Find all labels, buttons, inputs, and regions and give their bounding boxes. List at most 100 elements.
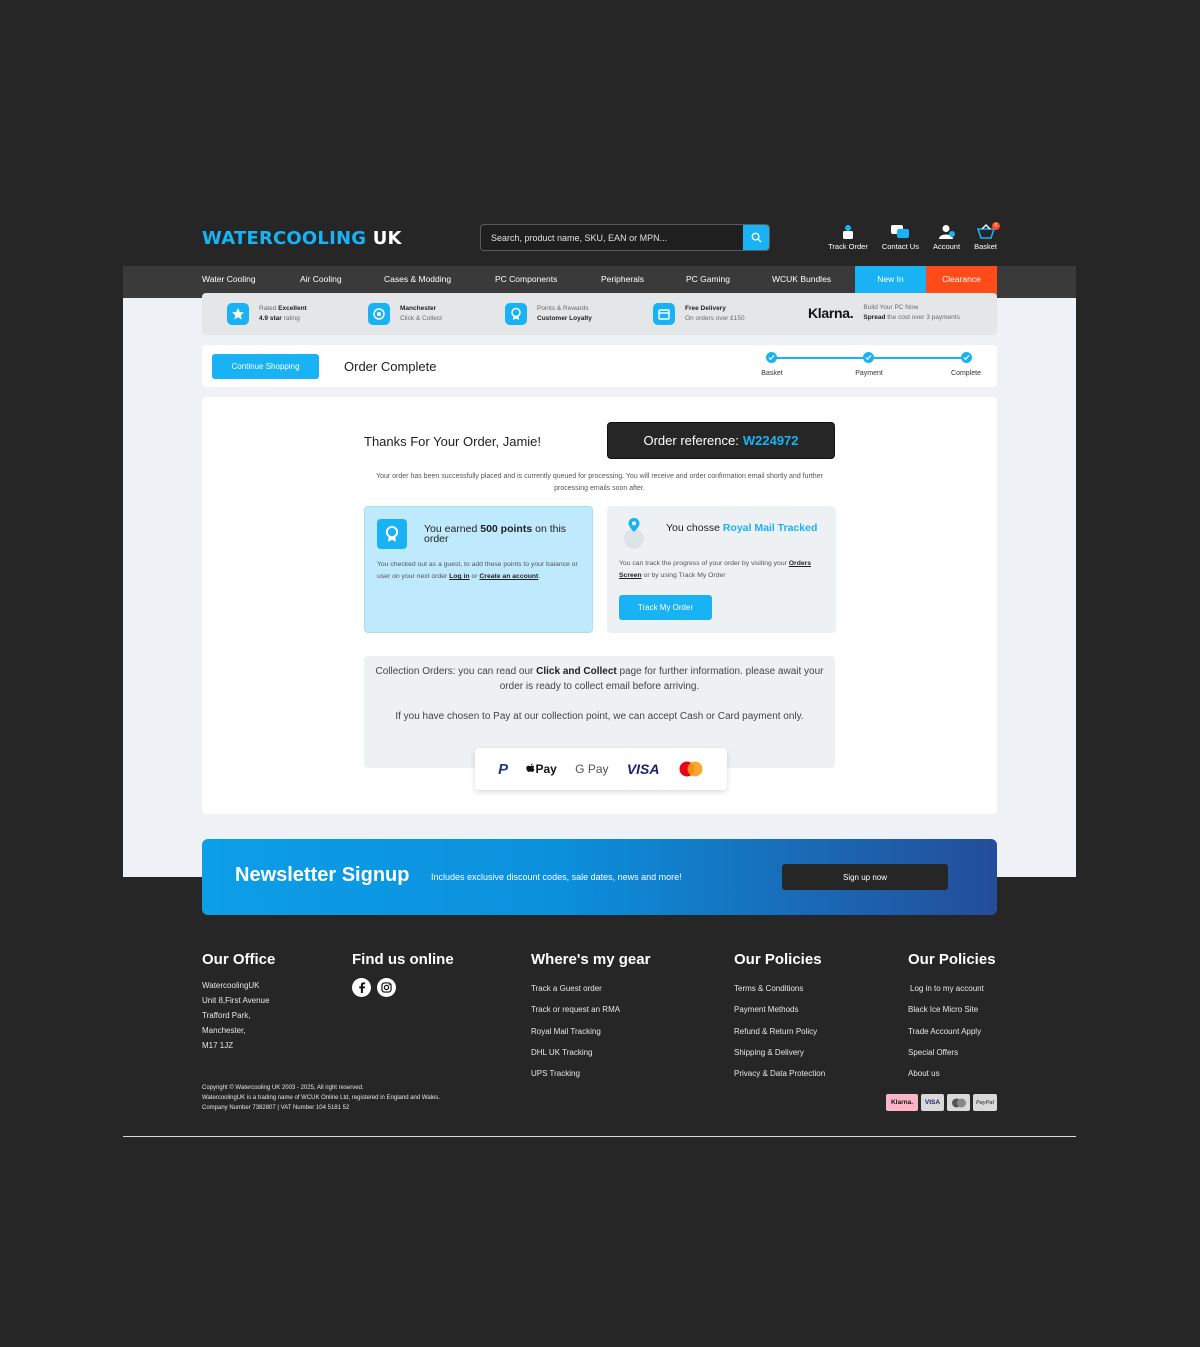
page-title: Order Complete <box>344 359 437 374</box>
usp-rating: Rated Excellent 4.9 star rating <box>227 303 307 325</box>
step-payment-check-icon <box>863 352 874 363</box>
logo-part-1: WATERCOOLING <box>202 228 367 249</box>
checkout-steps-bar: Continue Shopping Order Complete Basket … <box>202 345 997 387</box>
footer-link[interactable]: Royal Mail Tracking <box>531 1021 650 1042</box>
copyright: Copyright © Watercooling UK 2003 - 2025,… <box>202 1083 440 1113</box>
footer-link[interactable]: Black Ice Micro Site <box>908 999 996 1020</box>
footer-link[interactable]: Refund & Return Policy <box>734 1021 825 1042</box>
header-actions: Track Order Contact Us Account 0 Basket <box>828 222 1000 251</box>
payment-methods-box: P Pay G Pay VISA <box>475 748 727 790</box>
copyright-line: Copyright © Watercooling UK 2003 - 2025,… <box>202 1085 364 1091</box>
usp-loyalty-title: Points & Rewards <box>537 305 589 312</box>
footer-link[interactable]: Trade Account Apply <box>908 1021 996 1042</box>
instagram-icon[interactable] <box>377 978 396 997</box>
mastercard-badge-icon <box>947 1094 970 1111</box>
visa-badge-icon: VISA <box>921 1094 944 1111</box>
track-order-icon <box>842 225 853 239</box>
footer-divider <box>123 1136 1076 1137</box>
usp-loyalty: Points & Rewards Customer Loyalty <box>505 303 592 325</box>
search-button[interactable] <box>743 225 769 250</box>
copyright-line: Company Number 7382807 | VAT Number 104 … <box>202 1105 350 1111</box>
klarna-badge-icon: Klarna. <box>886 1094 918 1111</box>
usp-rating-word: Excellent <box>278 305 307 312</box>
contact-us-label: Contact Us <box>881 242 919 251</box>
footer-online: Find us online <box>352 951 454 997</box>
office-line: M17 1JZ <box>202 1041 234 1050</box>
usp-delivery-title: Free Delivery <box>685 305 726 312</box>
usp-collect-title: Manchester <box>400 305 437 312</box>
account-link[interactable]: Account <box>933 224 960 251</box>
track-order-link[interactable]: Track Order <box>828 224 868 251</box>
search-icon <box>751 232 762 243</box>
basket-count-badge: 0 <box>992 222 1000 230</box>
usp-bar: Rated Excellent 4.9 star rating Manchest… <box>202 293 997 335</box>
klarna-logo: Klarna. <box>808 305 854 321</box>
footer-link[interactable]: Log in to my account <box>908 978 996 999</box>
paypal-icon: P <box>498 760 509 778</box>
footer-link[interactable]: Shipping & Delivery <box>734 1042 825 1063</box>
basket-link[interactable]: 0 Basket <box>974 222 1000 251</box>
usp-klarna: Klarna. Build Your PC Now Spread the cos… <box>808 303 960 323</box>
click-collect-link[interactable]: Click and Collect <box>536 666 617 677</box>
mastercard-icon <box>679 761 703 777</box>
order-confirmation-card: Thanks For Your Order, Jamie! Order refe… <box>202 397 997 814</box>
account-icon <box>938 225 955 239</box>
newsletter-subtitle: Includes exclusive discount codes, sale … <box>431 872 682 882</box>
star-badge-icon <box>227 303 249 325</box>
apple-pay-text: Pay <box>535 762 557 776</box>
footer-link[interactable]: Track a Guest order <box>531 978 650 999</box>
continue-shopping-button[interactable]: Continue Shopping <box>212 354 319 379</box>
step-basket-check-icon <box>766 352 777 363</box>
usp-loyalty-sub: Customer Loyalty <box>537 315 592 322</box>
footer-payment-logos: Klarna. VISA PayPal <box>886 1094 997 1111</box>
thanks-heading: Thanks For Your Order, Jamie! <box>364 434 542 449</box>
newsletter-banner: Newsletter Signup Includes exclusive dis… <box>202 839 997 915</box>
step-complete-label: Complete <box>951 370 981 377</box>
paypal-badge-icon: PayPal <box>973 1094 997 1111</box>
footer-office-title: Our Office <box>202 951 276 968</box>
office-line: Trafford Park, <box>202 1011 251 1020</box>
site-footer: Our Office WatercoolingUK Unit 8,First A… <box>123 877 1076 1138</box>
footer-link[interactable]: Payment Methods <box>734 999 825 1020</box>
create-account-link[interactable]: Create an account <box>479 573 538 580</box>
ship-body-2: or by using Track My Order <box>641 572 726 579</box>
contact-us-link[interactable]: Contact Us <box>882 224 919 251</box>
basket-label: Basket <box>974 242 997 251</box>
points-or: or <box>469 573 480 580</box>
page-frame: WATERCOOLING UK Track Order Contact Us A… <box>123 210 1076 1138</box>
footer-link[interactable]: Track or request an RMA <box>531 999 650 1020</box>
usp-delivery: Free Delivery On orders over £150 <box>653 303 745 325</box>
order-reference-badge: Order reference: W224972 <box>607 422 835 459</box>
footer-office: Our Office WatercoolingUK Unit 8,First A… <box>202 951 275 1053</box>
facebook-icon[interactable] <box>352 978 371 997</box>
office-line: Manchester, <box>202 1026 246 1035</box>
footer-online-title: Find us online <box>352 951 454 968</box>
footer-link[interactable]: About us <box>908 1063 996 1084</box>
logo-part-2: UK <box>372 228 402 249</box>
google-pay-icon: G Pay <box>575 762 609 776</box>
usp-click-collect: Manchester Click & Collect <box>368 303 442 325</box>
footer-link[interactable]: Privacy & Data Protection <box>734 1063 825 1084</box>
account-label: Account <box>932 242 961 251</box>
login-link[interactable]: Log in <box>449 573 469 580</box>
track-my-order-button[interactable]: Track My Order <box>619 595 712 620</box>
search-bar <box>480 224 770 251</box>
footer-gear-title: Where's my gear <box>531 951 651 968</box>
footer-link[interactable]: Special Offers <box>908 1042 996 1063</box>
site-logo[interactable]: WATERCOOLING UK <box>202 228 402 249</box>
footer-link[interactable]: DHL UK Tracking <box>531 1042 650 1063</box>
footer-link[interactable]: UPS Tracking <box>531 1063 650 1084</box>
collect-payment-text: If you have chosen to Pay at our collect… <box>395 711 804 722</box>
search-input[interactable] <box>481 225 744 250</box>
newsletter-signup-button[interactable]: Sign up now <box>782 864 948 890</box>
location-target-icon <box>368 303 390 325</box>
track-order-label: Track Order <box>828 242 868 251</box>
step-complete-check-icon <box>961 352 972 363</box>
office-line: WatercoolingUK <box>202 981 260 990</box>
apple-pay-icon: Pay <box>526 762 557 776</box>
usp-collect-sub: Click & Collect <box>400 315 442 322</box>
ship-text-1: You chosse <box>666 522 723 534</box>
calendar-icon <box>653 303 675 325</box>
footer-link[interactable]: Terms & Conditions <box>734 978 825 999</box>
location-pin-icon <box>624 518 644 549</box>
